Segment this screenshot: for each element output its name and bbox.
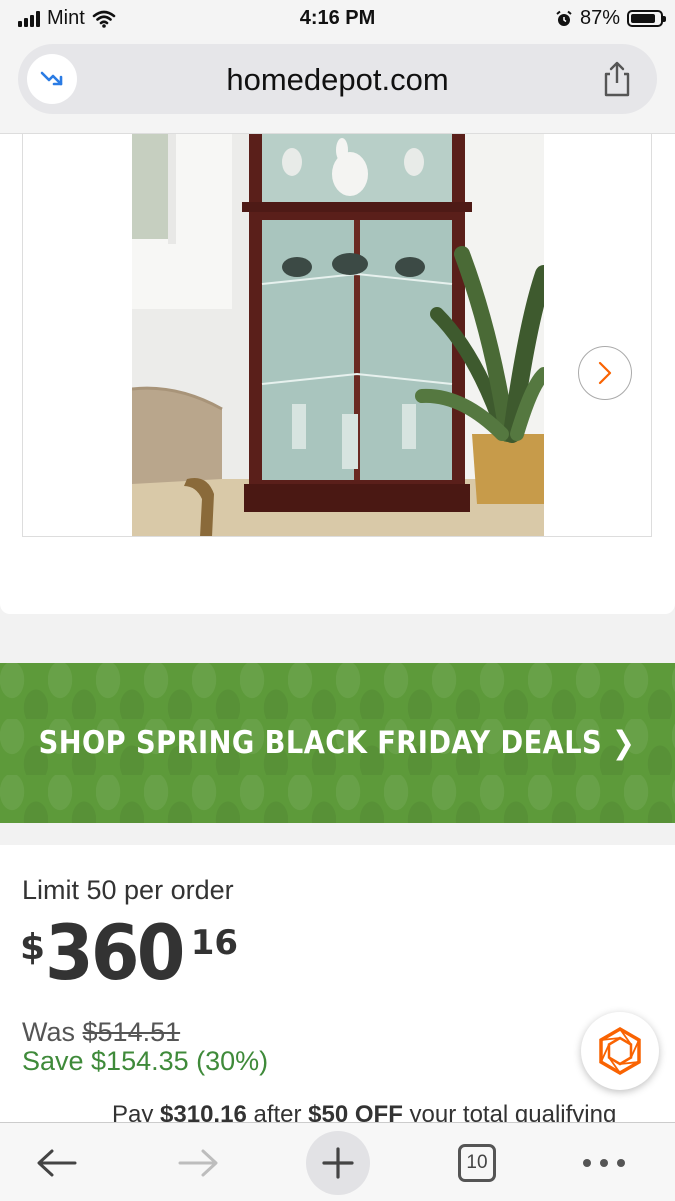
- status-bar: Mint 4:16 PM 87%: [0, 0, 675, 40]
- savings-text: Save $154.35 (30%): [22, 1046, 269, 1076]
- browser-toolbar: 10: [0, 1122, 675, 1201]
- was-label: Was: [22, 1017, 75, 1047]
- chevron-right-icon: [598, 361, 612, 385]
- image-frame: [22, 134, 652, 537]
- more-dots-icon: [583, 1159, 625, 1167]
- arrow-left-icon: [37, 1149, 77, 1177]
- battery-icon: [627, 10, 666, 27]
- browser-header: homedepot.com: [0, 40, 675, 134]
- tab-count: 10: [458, 1144, 496, 1182]
- new-tab-button[interactable]: [306, 1131, 370, 1195]
- battery-percent: 87%: [579, 7, 620, 29]
- battery-group: 87%: [555, 7, 666, 30]
- was-price-line: Was $514.51: [22, 1017, 180, 1048]
- product-image[interactable]: [132, 134, 544, 537]
- alarm-icon: [556, 10, 572, 26]
- price-cents: 16: [190, 923, 239, 963]
- next-image-button[interactable]: [578, 346, 632, 400]
- forward-button[interactable]: [166, 1131, 230, 1195]
- product-gallery: [0, 134, 675, 722]
- arrow-right-icon: [178, 1149, 218, 1177]
- share-icon[interactable]: [599, 60, 635, 98]
- url-text[interactable]: homedepot.com: [18, 62, 657, 98]
- promo-banner-text: SHOP SPRING BLACK FRIDAY DEALS ❯: [39, 725, 636, 761]
- back-button[interactable]: [25, 1131, 89, 1195]
- price: $ 360 16: [20, 915, 238, 991]
- address-bar[interactable]: homedepot.com: [18, 44, 657, 114]
- chat-assistant-button[interactable]: [581, 1012, 659, 1090]
- order-limit: Limit 50 per order: [22, 875, 234, 905]
- promo-banner[interactable]: SHOP SPRING BLACK FRIDAY DEALS ❯: [0, 663, 675, 823]
- tabs-button[interactable]: 10: [445, 1131, 509, 1195]
- price-currency: $: [20, 927, 46, 968]
- price-dollars: 360: [45, 908, 185, 997]
- was-price: $514.51: [82, 1017, 181, 1047]
- plus-icon: [322, 1147, 354, 1179]
- price-card: Limit 50 per order $ 360 16 Was $514.51 …: [0, 845, 675, 1125]
- more-menu-button[interactable]: [572, 1131, 636, 1195]
- hexagon-logo-icon: [599, 1026, 641, 1076]
